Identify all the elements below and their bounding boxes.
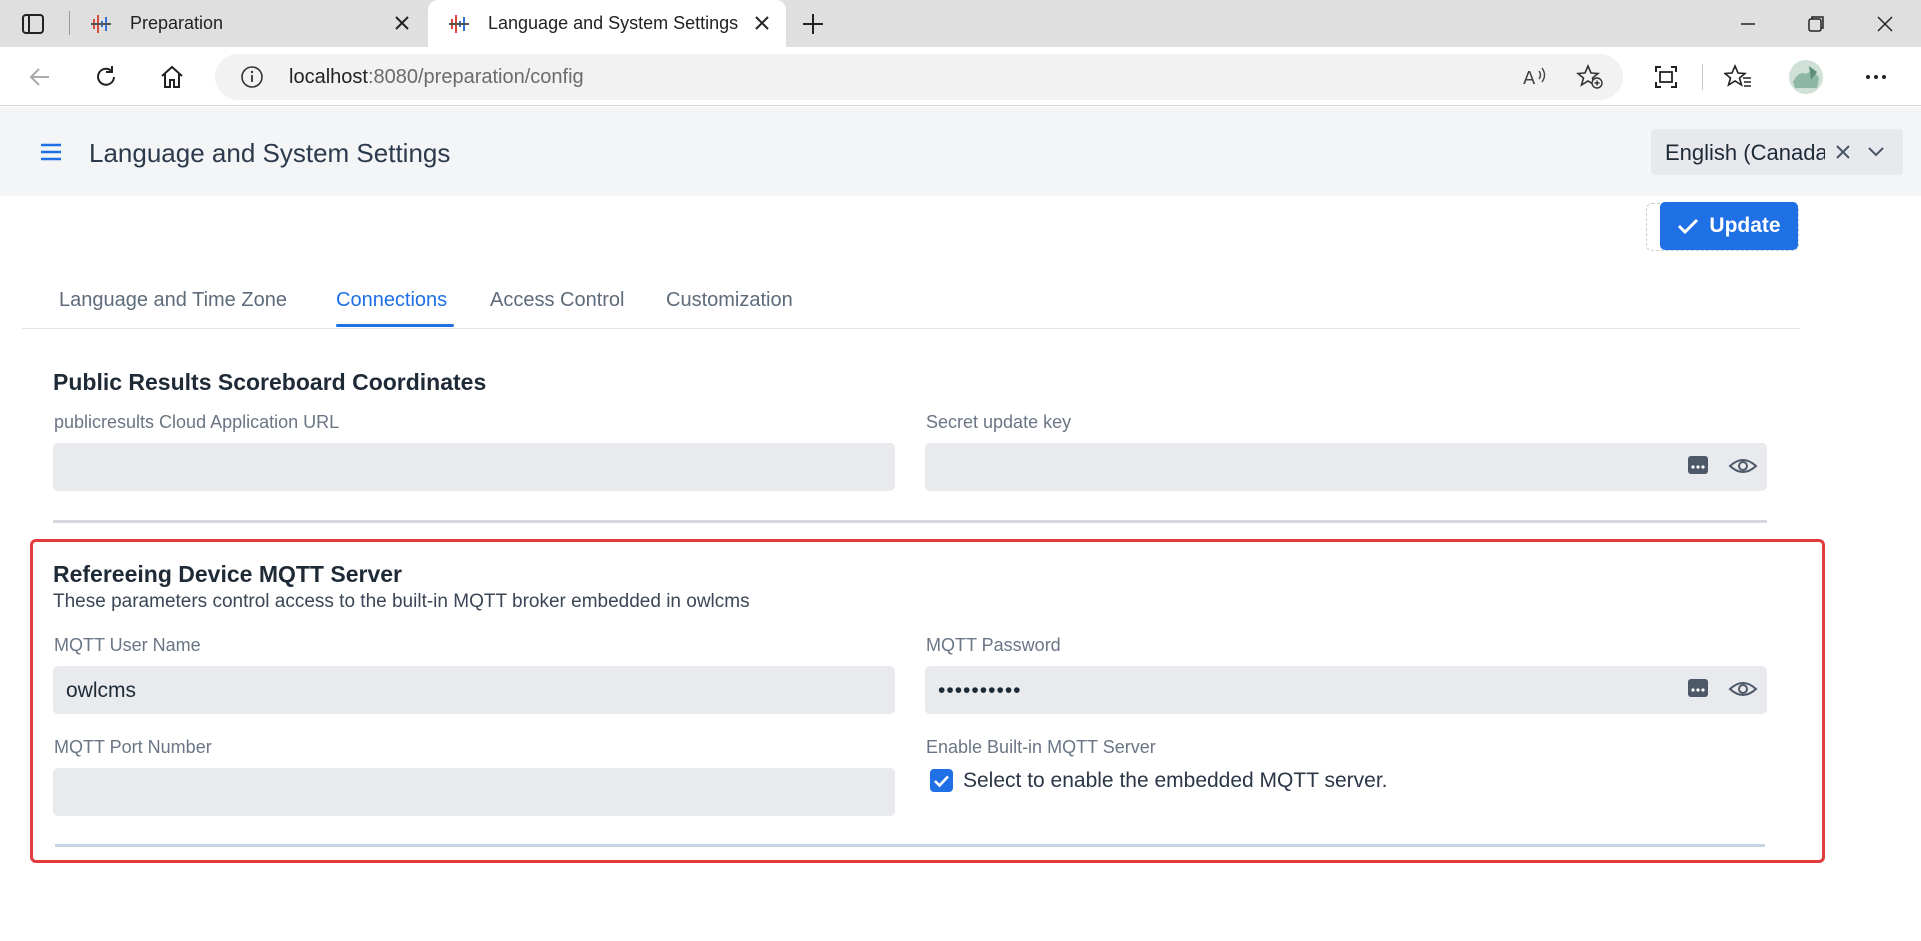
favorites-icon[interactable] [1722,61,1754,93]
app-favicon-icon [449,14,469,33]
chevron-down-icon[interactable] [1867,145,1885,159]
check-icon [1678,218,1699,235]
address-bar[interactable]: localhost:8080/preparation/config A [215,54,1623,100]
mqtt-password-field[interactable]: •••••••••• [925,666,1767,714]
section-divider [53,520,1767,523]
app-favicon-icon [91,14,111,33]
mqtt-heading: Refereeing Device MQTT Server [53,561,402,587]
active-tab-indicator [336,324,454,327]
screenshot-icon[interactable] [1650,61,1682,93]
language-select[interactable]: English (Canada) [1651,129,1903,175]
menu-icon[interactable] [40,142,62,162]
public-results-url-label: publicresults Cloud Application URL [54,412,340,432]
home-icon[interactable] [156,61,188,93]
url-text: localhost:8080/preparation/config [289,66,584,89]
refresh-icon[interactable] [90,61,122,93]
enable-mqtt-checkbox[interactable] [930,769,953,792]
update-button[interactable]: Update [1660,202,1798,250]
public-results-url-field[interactable] [53,443,895,491]
mqtt-user-label: MQTT User Name [54,635,201,655]
settings-tabs: Language and Time Zone Connections Acces… [22,275,1800,329]
tab-access-control[interactable]: Access Control [490,289,625,312]
tab-connections[interactable]: Connections [336,289,447,312]
add-favorite-icon[interactable] [1576,64,1604,90]
tab-title: Preparation [130,13,224,33]
section-divider [55,844,1765,847]
close-tab-icon[interactable] [752,13,772,33]
secret-key-label: Secret update key [926,412,1072,432]
page-title: Language and System Settings [89,138,451,168]
check-icon [934,775,949,787]
mqtt-port-label: MQTT Port Number [54,737,212,757]
secret-key-field[interactable] [925,443,1767,491]
public-results-heading: Public Results Scoreboard Coordinates [53,369,487,395]
close-tab-icon[interactable] [392,13,412,33]
read-aloud-icon[interactable]: A [1522,65,1548,89]
mqtt-password-label: MQTT Password [926,635,1061,655]
tab-language-time-zone[interactable]: Language and Time Zone [59,289,287,312]
profile-avatar[interactable] [1787,58,1825,96]
minimize-icon[interactable] [1733,10,1763,38]
password-key-icon[interactable] [1687,455,1709,475]
mqtt-port-field[interactable] [53,768,895,816]
language-select-value: English (Canada) [1665,140,1825,165]
restore-icon[interactable] [1801,10,1831,38]
svg-text:A: A [1523,68,1536,89]
mqtt-description: These parameters control access to the b… [53,591,750,612]
enable-mqtt-label: Enable Built-in MQTT Server [926,737,1156,757]
close-window-icon[interactable] [1870,10,1900,38]
tab-customization[interactable]: Customization [666,289,793,312]
tab-actions-icon[interactable] [18,10,48,38]
show-password-icon[interactable] [1728,456,1758,476]
url-path: :8080/preparation/config [367,66,584,88]
tab-title: Language and System Settings [488,13,739,33]
new-tab-icon[interactable] [798,10,828,38]
tab-language-settings[interactable]: Language and System Settings [428,0,786,47]
browser-toolbar: localhost:8080/preparation/config A [0,47,1921,106]
mqtt-password-value: •••••••••• [938,679,1022,702]
mqtt-user-field[interactable]: owlcms [53,666,895,714]
update-button-label: Update [1709,214,1781,237]
password-key-icon[interactable] [1687,678,1709,698]
url-host: localhost [289,66,368,88]
mqtt-user-value: owlcms [66,679,137,702]
app-header: Language and System Settings English (Ca… [0,107,1921,196]
site-info-icon[interactable] [240,65,264,89]
browser-tab-bar: Preparation Language and System Settings [0,0,1921,47]
tab-preparation[interactable]: Preparation [70,0,426,47]
toolbar-divider [1702,64,1703,90]
show-password-icon[interactable] [1728,679,1758,699]
clear-icon[interactable] [1835,144,1851,160]
enable-mqtt-checkbox-label[interactable]: Select to enable the embedded MQTT serve… [963,769,1388,793]
more-menu-icon[interactable] [1860,61,1892,93]
back-icon[interactable] [24,61,56,93]
